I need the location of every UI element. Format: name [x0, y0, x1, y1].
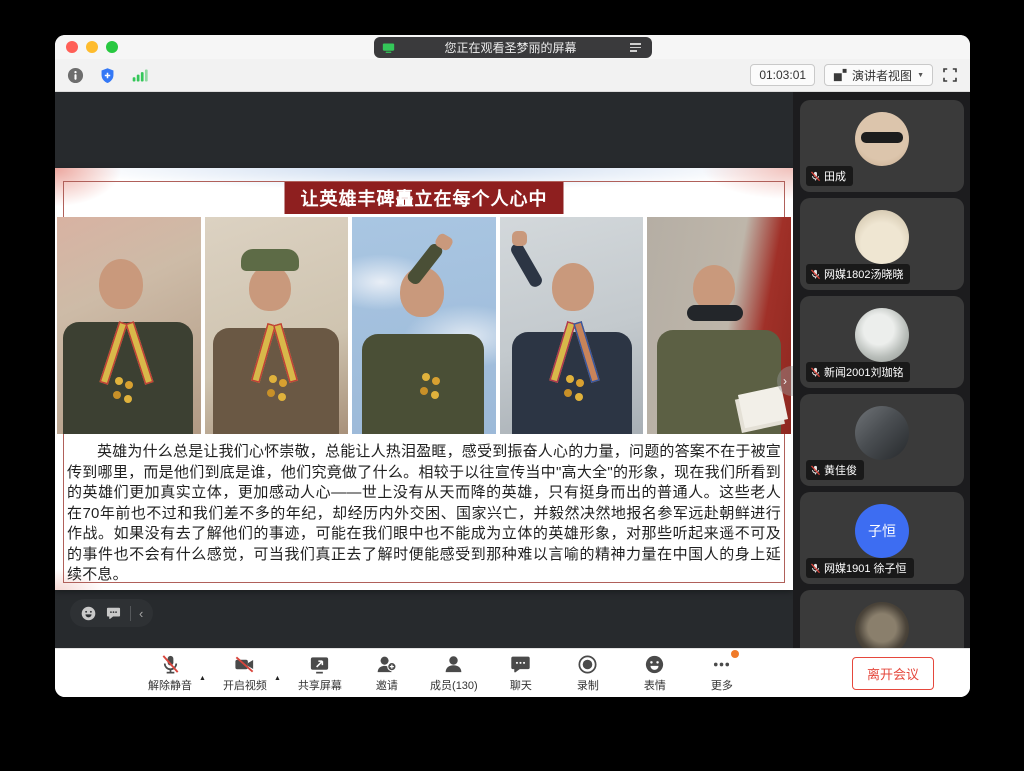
chevron-down-icon: ▼	[917, 72, 924, 79]
record-button[interactable]: 录制	[559, 653, 617, 693]
invite-icon	[375, 653, 398, 676]
participant-name: 黄佳俊	[824, 462, 857, 478]
participant-tile[interactable]: 田成	[800, 100, 964, 192]
record-icon	[576, 653, 599, 676]
veteran-photo-5	[647, 217, 791, 434]
meeting-controls-bar: 解除静音 ▲ 开启视频 ▲ 共享屏幕 邀请 成员(130) 聊天 录制	[55, 648, 970, 697]
control-label: 录制	[577, 677, 599, 693]
menu-icon[interactable]	[627, 40, 644, 55]
leave-meeting-button[interactable]: 离开会议	[852, 657, 934, 690]
invite-button[interactable]: 邀请	[358, 653, 416, 693]
participants-sidebar: 田成 网媒1802汤晓晓 新闻2001刘珈铭	[793, 92, 970, 648]
view-mode-selector[interactable]: 演讲者视图 ▼	[824, 64, 933, 86]
mic-options-caret[interactable]: ▲	[199, 675, 206, 682]
mic-muted-icon	[810, 563, 821, 574]
notification-dot	[731, 650, 739, 658]
mic-muted-icon	[810, 465, 821, 476]
avatar	[855, 602, 909, 648]
top-toolbar: 01:03:01 演讲者视图 ▼	[55, 59, 970, 92]
camera-off-icon	[233, 653, 256, 676]
control-label: 聊天	[510, 677, 532, 693]
slide-title-banner: 让英雄丰碑矗立在每个人心中	[285, 182, 564, 214]
emoji-button[interactable]: 表情	[626, 653, 684, 693]
zoom-window-button[interactable]	[106, 41, 118, 53]
shared-screen-view: 让英雄丰碑矗立在每个人心中	[55, 92, 793, 648]
members-icon	[442, 653, 465, 676]
meeting-window: 您正在观看圣梦丽的屏幕 01:03:01 演讲者视图 ▼	[55, 35, 970, 697]
avatar: 子恒	[855, 504, 909, 558]
control-label: 开启视频	[223, 677, 267, 693]
control-label: 成员(130)	[430, 677, 478, 693]
participant-tile[interactable]: 黄佳俊	[800, 394, 964, 486]
participant-tile[interactable]: 子恒 网媒1901 徐子恒	[800, 492, 964, 584]
veteran-photos-row	[57, 217, 791, 434]
share-screen-button[interactable]: 共享屏幕	[291, 653, 349, 693]
reaction-chat-icon[interactable]	[105, 605, 122, 622]
control-label: 邀请	[376, 677, 398, 693]
veteran-photo-3	[352, 217, 496, 434]
divider	[130, 606, 131, 621]
participant-tile[interactable]: 网媒1802汤晓晓	[800, 198, 964, 290]
share-status-text: 您正在观看圣梦丽的屏幕	[401, 39, 621, 56]
unmute-button[interactable]: 解除静音	[141, 653, 199, 693]
veteran-photo-2	[205, 217, 349, 434]
avatar-initials: 子恒	[868, 521, 896, 541]
traffic-lights	[66, 41, 118, 53]
participant-name: 田成	[824, 168, 846, 184]
control-label: 表情	[644, 677, 666, 693]
veteran-photo-4	[500, 217, 644, 434]
control-label: 解除静音	[148, 677, 192, 693]
reaction-smiley-icon[interactable]	[80, 605, 97, 622]
reaction-bar: ‹	[70, 599, 153, 627]
layout-icon	[833, 68, 847, 82]
screen-share-icon	[382, 41, 395, 54]
network-signal-icon[interactable]	[131, 67, 148, 84]
share-screen-icon	[308, 653, 331, 676]
share-status-banner: 您正在观看圣梦丽的屏幕	[374, 37, 652, 58]
control-label: 更多	[711, 677, 733, 693]
avatar	[855, 308, 909, 362]
members-button[interactable]: 成员(130)	[425, 653, 483, 693]
slide-paragraph: 英雄为什么总是让我们心怀崇敬，总能让人热泪盈眶，感受到振奋人心的力量，问题的答案…	[67, 442, 781, 586]
more-button[interactable]: 更多	[693, 653, 751, 693]
mic-muted-icon	[810, 171, 821, 182]
chat-button[interactable]: 聊天	[492, 653, 550, 693]
mic-muted-icon	[159, 653, 182, 676]
mic-muted-icon	[810, 367, 821, 378]
emoji-icon	[643, 653, 666, 676]
video-options-caret[interactable]: ▲	[274, 675, 281, 682]
more-icon	[710, 653, 733, 676]
minimize-window-button[interactable]	[86, 41, 98, 53]
collapse-reactions-icon[interactable]: ‹	[139, 607, 143, 620]
meeting-info-icon[interactable]	[67, 67, 84, 84]
participant-tile[interactable]: 新闻2001刘珈铭	[800, 296, 964, 388]
mic-muted-icon	[810, 269, 821, 280]
control-label: 共享屏幕	[298, 677, 342, 693]
chevron-right-icon: ›	[783, 374, 787, 388]
view-mode-label: 演讲者视图	[852, 67, 912, 84]
start-video-button[interactable]: 开启视频	[216, 653, 274, 693]
participant-name: 新闻2001刘珈铭	[824, 364, 903, 380]
participant-name: 网媒1901 徐子恒	[824, 560, 907, 576]
avatar	[855, 112, 909, 166]
window-titlebar: 您正在观看圣梦丽的屏幕	[55, 35, 970, 59]
avatar	[855, 406, 909, 460]
shield-plus-icon[interactable]	[99, 67, 116, 84]
meeting-timer: 01:03:01	[750, 64, 815, 86]
fullscreen-button[interactable]	[942, 67, 958, 83]
participant-tile[interactable]	[800, 590, 964, 648]
veteran-photo-1	[57, 217, 201, 434]
participant-name: 网媒1802汤晓晓	[824, 266, 903, 282]
avatar	[855, 210, 909, 264]
presentation-slide: 让英雄丰碑矗立在每个人心中	[55, 168, 793, 590]
chat-icon	[509, 653, 532, 676]
close-window-button[interactable]	[66, 41, 78, 53]
